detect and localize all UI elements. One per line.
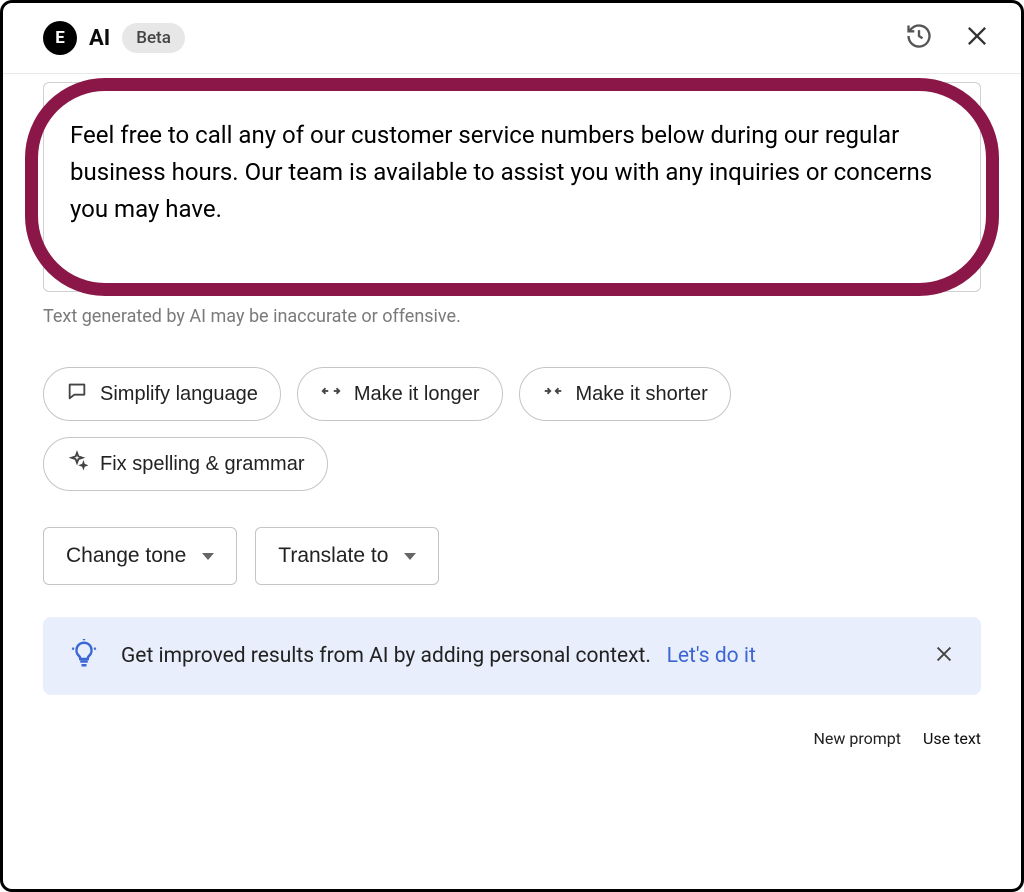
dropdowns-row: Change tone Translate to: [43, 527, 981, 585]
change-tone-label: Change tone: [66, 544, 186, 568]
collapse-horizontal-icon: [542, 380, 564, 408]
close-button[interactable]: [963, 22, 991, 54]
history-icon: [905, 35, 933, 54]
elementor-logo-icon: E: [43, 21, 77, 55]
translate-to-dropdown[interactable]: Translate to: [255, 527, 439, 585]
new-prompt-button[interactable]: New prompt: [814, 729, 902, 748]
header-right: [905, 22, 991, 54]
make-longer-button[interactable]: Make it longer: [297, 367, 503, 421]
fix-grammar-label: Fix spelling & grammar: [100, 453, 305, 476]
ai-disclaimer: Text generated by AI may be inaccurate o…: [43, 306, 981, 327]
simplify-language-button[interactable]: Simplify language: [43, 367, 281, 421]
change-tone-dropdown[interactable]: Change tone: [43, 527, 237, 585]
banner-text: Get improved results from AI by adding p…: [121, 644, 911, 668]
fix-grammar-button[interactable]: Fix spelling & grammar: [43, 437, 328, 491]
beta-badge: Beta: [122, 23, 185, 53]
make-shorter-button[interactable]: Make it shorter: [519, 367, 731, 421]
shorter-label: Make it shorter: [576, 383, 708, 406]
close-icon: [933, 650, 955, 669]
history-button[interactable]: [905, 22, 933, 54]
header-left: E AI Beta: [43, 21, 185, 55]
footer-actions: New prompt Use text: [43, 729, 981, 748]
chevron-down-icon: [202, 553, 214, 560]
dialog-header: E AI Beta: [3, 3, 1021, 74]
logo-letter: E: [55, 28, 65, 48]
dialog-content: Feel free to call any of our customer se…: [3, 82, 1021, 778]
longer-label: Make it longer: [354, 383, 480, 406]
banner-link[interactable]: Let's do it: [667, 644, 756, 668]
translate-to-label: Translate to: [278, 544, 388, 568]
quick-actions-row: Simplify language Make it longer Make it…: [43, 367, 981, 491]
close-icon: [963, 35, 991, 54]
use-text-button[interactable]: Use text: [923, 729, 981, 748]
generated-text-output[interactable]: Feel free to call any of our customer se…: [43, 82, 981, 292]
sparkles-icon: [66, 450, 88, 478]
banner-message: Get improved results from AI by adding p…: [121, 644, 651, 668]
banner-close-button[interactable]: [933, 643, 955, 669]
chevron-down-icon: [404, 553, 416, 560]
chat-bubble-icon: [66, 380, 88, 408]
lightbulb-icon: [69, 639, 99, 673]
ai-title: AI: [89, 26, 110, 51]
simplify-label: Simplify language: [100, 383, 258, 406]
highlighted-region: Feel free to call any of our customer se…: [43, 82, 981, 292]
expand-horizontal-icon: [320, 380, 342, 408]
context-hint-banner: Get improved results from AI by adding p…: [43, 617, 981, 695]
